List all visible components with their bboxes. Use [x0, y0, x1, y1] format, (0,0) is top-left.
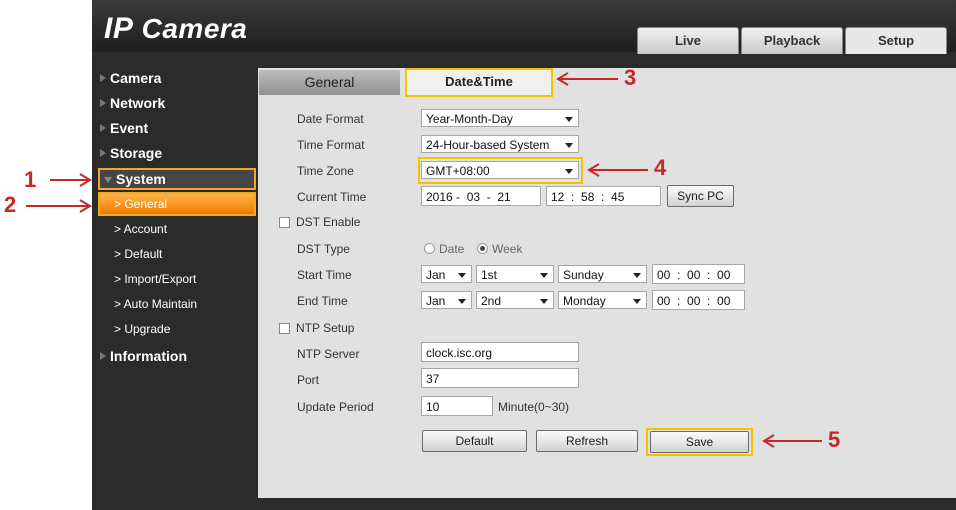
- arrow-2-icon: [26, 199, 92, 213]
- annotation-marker-1: 1: [24, 167, 37, 192]
- annotation-marker-5: 5: [828, 427, 841, 452]
- annotation-marker-3: 3: [624, 65, 637, 90]
- arrow-1-icon: [50, 173, 92, 187]
- annotation-marker-2: 2: [4, 192, 17, 217]
- arrow-3-icon: [556, 72, 618, 86]
- annotation-marker-4: 4: [654, 155, 667, 180]
- annotation-arrows: [26, 72, 822, 448]
- arrow-4-icon: [587, 163, 648, 177]
- arrow-5-icon: [762, 434, 822, 448]
